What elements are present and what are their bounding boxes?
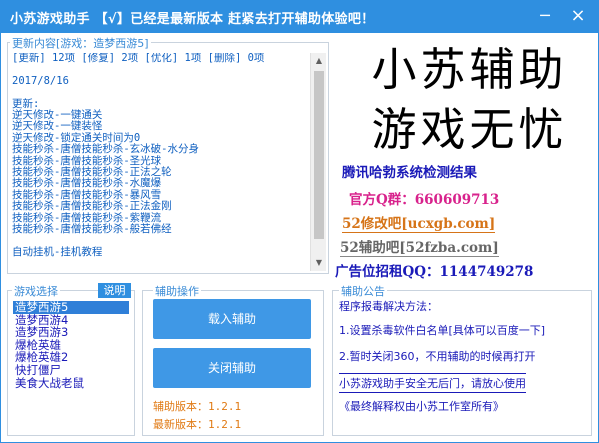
site-52fz-link[interactable]: 52辅助吧[52fzba.com] [340, 236, 499, 257]
notice-line: 小苏游戏助手安全无后门，请放心使用 [339, 373, 526, 393]
load-assist-button[interactable]: 载入辅助 [153, 299, 311, 339]
notice-line: 2.暂时关闭360，不用辅助的时候再打开 [339, 350, 536, 363]
site-52xg-link[interactable]: 52修改吧[ucxgb.com] [342, 212, 496, 233]
window-title: 小苏游戏助手 【√】已经是最新版本 赶紧去打开辅助体验吧！ [10, 12, 375, 27]
assist-version: 辅助版本：1.2.1 [153, 400, 242, 413]
game-select-group: 游戏选择 造梦西游5 造梦西游4 造梦西游3 爆枪英雄 爆枪英雄2 快打僵尸 美… [7, 283, 135, 436]
scroll-down-icon[interactable]: ▼ [311, 255, 327, 271]
title-bar[interactable]: 小苏游戏助手 【√】已经是最新版本 赶紧去打开辅助体验吧！ ─ × [0, 0, 599, 33]
close-assist-button[interactable]: 关闭辅助 [153, 348, 311, 388]
game-select-legend: 游戏选择 [12, 283, 60, 299]
latest-version: 最新版本：1.2.1 [153, 418, 242, 431]
tencent-scan-link[interactable]: 腾讯哈勃系统检测结果 [342, 161, 477, 181]
assist-operation-legend: 辅助操作 [153, 283, 201, 299]
game-item[interactable]: 快打僵尸 [13, 364, 129, 377]
update-log-group: 更新内容[游戏：造梦西游5] [更新] 12项 [修复] 2项 [优化] 1项 … [7, 35, 329, 274]
help-button[interactable]: 说明 [98, 283, 131, 298]
assist-operation-group: 辅助操作 载入辅助 关闭辅助 辅助版本：1.2.1 最新版本：1.2.1 [142, 283, 324, 436]
game-list[interactable]: 造梦西游5 造梦西游4 造梦西游3 爆枪英雄 爆枪英雄2 快打僵尸 美食大战老鼠 [13, 301, 129, 389]
close-button[interactable]: × [566, 4, 590, 28]
ad-contact-link[interactable]: 广告位招租QQ：1144749278 [335, 260, 533, 280]
ad-line-1: 小苏辅助 [371, 43, 568, 96]
game-item[interactable]: 美食大战老鼠 [13, 376, 129, 390]
minimize-button[interactable]: ─ [533, 4, 557, 28]
update-log-text[interactable]: [更新] 12项 [修复] 2项 [优化] 1项 [删除] 0项 2017/8/… [12, 53, 304, 271]
notice-line: 《最终解释权由小苏工作室所有》 [339, 400, 504, 413]
ad-banner: 小苏辅助 游戏无忧 [352, 40, 587, 160]
notice-legend: 辅助公告 [339, 283, 387, 299]
notice-group: 辅助公告 程序报毒解决方法： 1.设置杀毒软件白名单[具体可以百度一下] 2.暂… [332, 283, 592, 436]
notice-line: 程序报毒解决方法： [339, 300, 438, 313]
update-log-scrollbar[interactable]: ▲ ▼ [310, 53, 326, 271]
scroll-up-icon[interactable]: ▲ [311, 53, 327, 69]
game-item[interactable]: 造梦西游3 [13, 326, 129, 339]
scroll-thumb[interactable] [314, 71, 324, 239]
update-log-legend: 更新内容[游戏：造梦西游5] [10, 35, 151, 51]
ad-line-2: 游戏无忧 [371, 103, 568, 156]
notice-line: 1.设置杀毒软件白名单[具体可以百度一下] [339, 324, 546, 337]
qq-group-link[interactable]: 官方Q群：660609713 [349, 188, 499, 208]
game-item[interactable]: 造梦西游5 [13, 301, 129, 314]
